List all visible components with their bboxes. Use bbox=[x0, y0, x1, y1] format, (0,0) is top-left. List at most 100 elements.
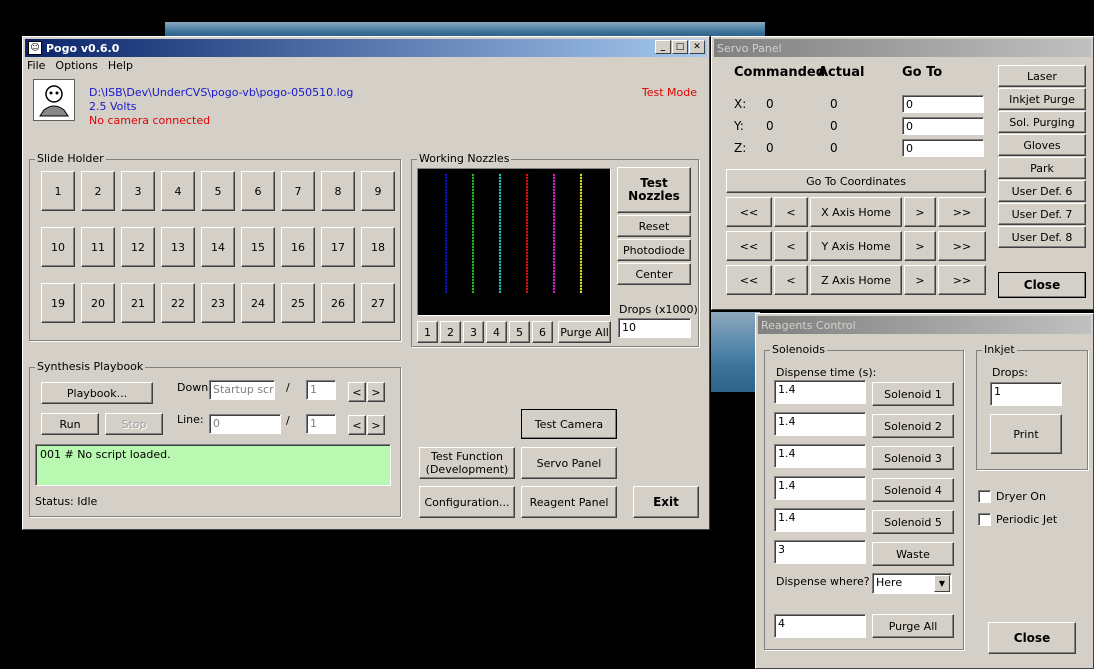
slide-button[interactable]: 12 bbox=[121, 227, 155, 267]
slide-button[interactable]: 17 bbox=[321, 227, 355, 267]
solenoid-button[interactable]: Solenoid 5 bbox=[872, 510, 954, 534]
step-forward-button[interactable]: > bbox=[904, 231, 936, 261]
slide-button[interactable]: 24 bbox=[241, 283, 275, 323]
close-button[interactable]: ✕ bbox=[689, 40, 705, 54]
down-prev-button[interactable]: < bbox=[348, 382, 366, 402]
servo-side-button[interactable]: Laser bbox=[998, 65, 1086, 87]
dispense-time-field[interactable]: 1.4 bbox=[774, 476, 866, 500]
run-button[interactable]: Run bbox=[41, 413, 99, 435]
servo-panel-button[interactable]: Servo Panel bbox=[521, 447, 617, 479]
dropdown-arrow-icon[interactable]: ▼ bbox=[934, 575, 950, 592]
nozzle-select-button[interactable]: 3 bbox=[463, 321, 484, 343]
nozzle-select-button[interactable]: 2 bbox=[440, 321, 461, 343]
drops-field[interactable]: 10 bbox=[618, 318, 691, 338]
down-count-field[interactable]: 1 bbox=[306, 380, 336, 400]
goto-field[interactable]: 0 bbox=[902, 95, 984, 113]
fast-forward-button[interactable]: >> bbox=[938, 231, 986, 261]
solenoid-button[interactable]: Solenoid 1 bbox=[872, 382, 954, 406]
step-back-button[interactable]: < bbox=[774, 265, 808, 295]
purge-time-field[interactable]: 4 bbox=[774, 614, 866, 638]
fast-forward-button[interactable]: >> bbox=[938, 197, 986, 227]
center-button[interactable]: Center bbox=[617, 263, 691, 285]
slide-button[interactable]: 18 bbox=[361, 227, 395, 267]
line-count-field[interactable]: 1 bbox=[306, 414, 336, 434]
print-button[interactable]: Print bbox=[990, 414, 1062, 454]
stop-button[interactable]: Stop bbox=[105, 413, 163, 435]
slide-button[interactable]: 22 bbox=[161, 283, 195, 323]
dispense-time-field[interactable]: 1.4 bbox=[774, 444, 866, 468]
pogo-title-bar[interactable]: ☺ Pogo v0.6.0 bbox=[25, 39, 707, 57]
servo-close-button[interactable]: Close bbox=[998, 272, 1086, 298]
purge-all-nozzles-button[interactable]: Purge All bbox=[558, 321, 611, 343]
slide-button[interactable]: 9 bbox=[361, 171, 395, 211]
dispense-where-select[interactable]: Here ▼ bbox=[872, 573, 952, 594]
nozzle-select-button[interactable]: 4 bbox=[486, 321, 507, 343]
slide-button[interactable]: 16 bbox=[281, 227, 315, 267]
slide-button[interactable]: 1 bbox=[41, 171, 75, 211]
nozzle-select-button[interactable]: 6 bbox=[532, 321, 553, 343]
slide-button[interactable]: 20 bbox=[81, 283, 115, 323]
slide-button[interactable]: 21 bbox=[121, 283, 155, 323]
reagent-panel-button[interactable]: Reagent Panel bbox=[521, 486, 617, 518]
servo-side-button[interactable]: User Def. 6 bbox=[998, 180, 1086, 202]
slide-button[interactable]: 2 bbox=[81, 171, 115, 211]
servo-side-button[interactable]: Inkjet Purge bbox=[998, 88, 1086, 110]
menu-options[interactable]: Options bbox=[55, 59, 97, 75]
reagents-title-bar[interactable]: Reagents Control bbox=[758, 316, 1091, 334]
line-prev-button[interactable]: < bbox=[348, 415, 366, 435]
axis-home-button[interactable]: Y Axis Home bbox=[810, 231, 902, 261]
slide-button[interactable]: 19 bbox=[41, 283, 75, 323]
exit-button[interactable]: Exit bbox=[633, 486, 699, 518]
slide-button[interactable]: 3 bbox=[121, 171, 155, 211]
dispense-time-field[interactable]: 3 bbox=[774, 540, 866, 564]
slide-button[interactable]: 13 bbox=[161, 227, 195, 267]
slide-button[interactable]: 14 bbox=[201, 227, 235, 267]
axis-home-button[interactable]: Z Axis Home bbox=[810, 265, 902, 295]
line-field[interactable]: 0 bbox=[209, 414, 281, 434]
fast-back-button[interactable]: << bbox=[726, 231, 772, 261]
configuration-button[interactable]: Configuration... bbox=[419, 486, 515, 518]
solenoid-button[interactable]: Solenoid 2 bbox=[872, 414, 954, 438]
nozzle-select-button[interactable]: 5 bbox=[509, 321, 530, 343]
solenoid-button[interactable]: Solenoid 3 bbox=[872, 446, 954, 470]
go-to-coordinates-button[interactable]: Go To Coordinates bbox=[726, 169, 986, 193]
menu-file[interactable]: File bbox=[27, 59, 45, 75]
test-function-button[interactable]: Test Function (Development) bbox=[419, 447, 515, 479]
servo-side-button[interactable]: Sol. Purging bbox=[998, 111, 1086, 133]
dispense-time-field[interactable]: 1.4 bbox=[774, 508, 866, 532]
servo-side-button[interactable]: User Def. 7 bbox=[998, 203, 1086, 225]
step-forward-button[interactable]: > bbox=[904, 197, 936, 227]
test-nozzles-button[interactable]: Test Nozzles bbox=[617, 167, 691, 213]
step-back-button[interactable]: < bbox=[774, 197, 808, 227]
slide-button[interactable]: 23 bbox=[201, 283, 235, 323]
nozzle-select-button[interactable]: 1 bbox=[417, 321, 438, 343]
reagents-close-button[interactable]: Close bbox=[988, 622, 1076, 654]
slide-button[interactable]: 15 bbox=[241, 227, 275, 267]
dryer-on-checkbox[interactable] bbox=[978, 490, 991, 503]
slide-button[interactable]: 10 bbox=[41, 227, 75, 267]
slide-button[interactable]: 11 bbox=[81, 227, 115, 267]
slide-button[interactable]: 7 bbox=[281, 171, 315, 211]
menu-help[interactable]: Help bbox=[108, 59, 133, 75]
servo-side-button[interactable]: Gloves bbox=[998, 134, 1086, 156]
goto-field[interactable]: 0 bbox=[902, 139, 984, 157]
slide-button[interactable]: 6 bbox=[241, 171, 275, 211]
reagent-purge-all-button[interactable]: Purge All bbox=[872, 614, 954, 638]
solenoid-button[interactable]: Solenoid 4 bbox=[872, 478, 954, 502]
fast-back-button[interactable]: << bbox=[726, 197, 772, 227]
slide-button[interactable]: 27 bbox=[361, 283, 395, 323]
slide-button[interactable]: 5 bbox=[201, 171, 235, 211]
periodic-jet-checkbox[interactable] bbox=[978, 513, 991, 526]
servo-side-button[interactable]: Park bbox=[998, 157, 1086, 179]
dispense-time-field[interactable]: 1.4 bbox=[774, 412, 866, 436]
inkjet-drops-field[interactable]: 1 bbox=[990, 382, 1062, 406]
playbook-button[interactable]: Playbook... bbox=[41, 382, 153, 404]
servo-title-bar[interactable]: Servo Panel bbox=[714, 39, 1091, 57]
line-next-button[interactable]: > bbox=[367, 415, 385, 435]
down-field[interactable]: Startup script bbox=[209, 380, 275, 400]
down-next-button[interactable]: > bbox=[367, 382, 385, 402]
solenoid-button[interactable]: Waste bbox=[872, 542, 954, 566]
maximize-button[interactable]: □ bbox=[672, 40, 688, 54]
step-forward-button[interactable]: > bbox=[904, 265, 936, 295]
slide-button[interactable]: 25 bbox=[281, 283, 315, 323]
